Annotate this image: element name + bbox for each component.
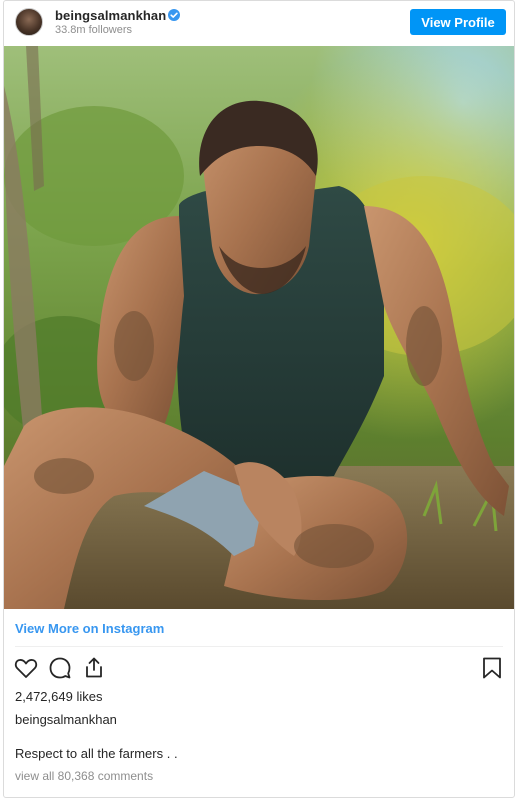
action-bar — [4, 655, 514, 683]
post-header: beingsalmankhan 33.8m followers View Pro… — [4, 1, 514, 45]
verified-badge-icon — [168, 9, 180, 21]
divider — [15, 646, 503, 647]
caption-text: Respect to all the farmers . . — [15, 746, 178, 761]
comment-icon[interactable] — [47, 655, 73, 681]
avatar[interactable] — [15, 8, 43, 36]
heart-icon[interactable] — [13, 655, 39, 681]
username-link[interactable]: beingsalmankhan — [55, 8, 166, 23]
view-more-link[interactable]: View More on Instagram — [15, 621, 164, 636]
view-profile-button[interactable]: View Profile — [410, 9, 506, 35]
share-icon[interactable] — [81, 655, 107, 681]
view-comments-link[interactable]: view all 80,368 comments — [15, 769, 153, 783]
post-photo[interactable] — [4, 46, 514, 609]
instagram-embed-card: beingsalmankhan 33.8m followers View Pro… — [3, 0, 515, 798]
followers-count: 33.8m followers — [55, 24, 133, 36]
likes-count: 2,472,649 likes — [15, 689, 103, 704]
caption-username-link[interactable]: beingsalmankhan — [15, 712, 117, 727]
bookmark-icon[interactable] — [479, 655, 505, 681]
